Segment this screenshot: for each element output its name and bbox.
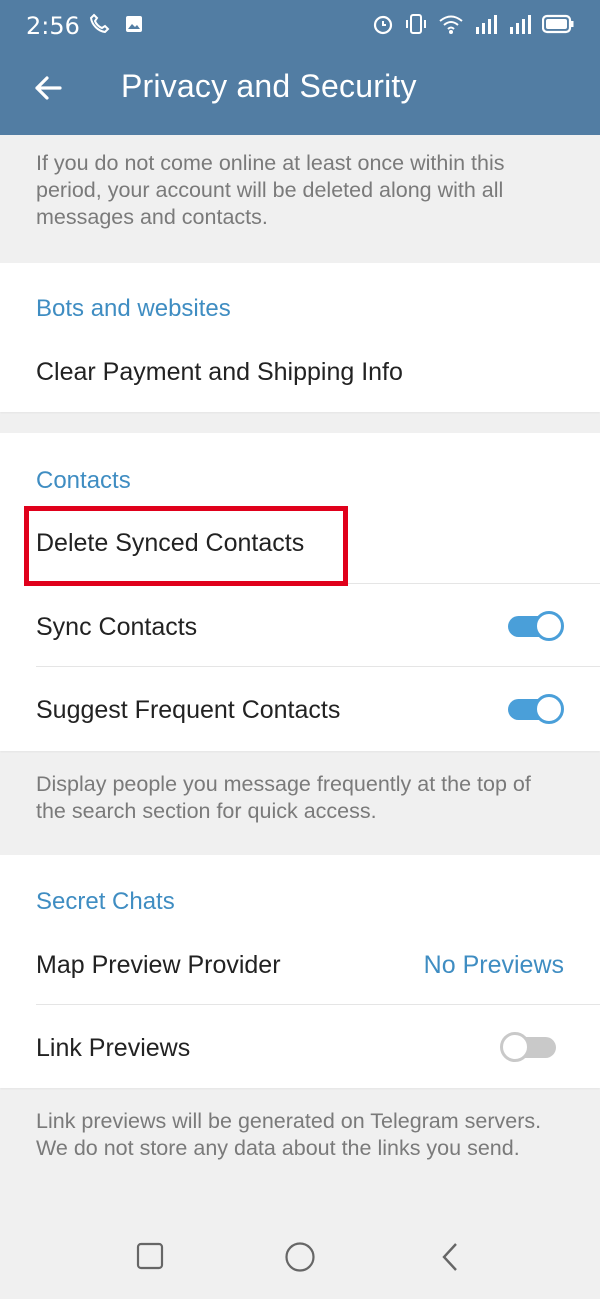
section-header-secret-chats: Secret Chats <box>36 888 175 915</box>
square-icon[interactable] <box>136 1241 164 1271</box>
circle-icon[interactable] <box>284 1241 316 1273</box>
battery-icon <box>542 14 574 34</box>
top-bar: 2:56 Privacy and Security <box>0 0 600 135</box>
link-previews-info: Link previews will be generated on Teleg… <box>0 1108 600 1162</box>
arrow-left-icon[interactable] <box>32 72 64 104</box>
map-preview-value[interactable]: No Previews <box>424 951 564 980</box>
secret-chats-section: Secret Chats Map Preview Provider No Pre… <box>0 855 600 1088</box>
suggest-frequent-info: Display people you message frequently at… <box>0 771 600 825</box>
sync-contacts-toggle[interactable] <box>506 611 564 641</box>
clear-payment-item[interactable]: Clear Payment and Shipping Info <box>36 358 403 387</box>
map-preview-label[interactable]: Map Preview Provider <box>36 951 281 980</box>
status-bar: 2:56 <box>0 0 600 50</box>
bots-section: Bots and websites Clear Payment and Ship… <box>0 263 600 412</box>
phone-settings-icon <box>89 13 110 34</box>
alarm-icon <box>373 15 393 35</box>
back-chevron-icon[interactable] <box>440 1241 460 1273</box>
divider <box>36 666 600 667</box>
signal-icon <box>476 15 497 34</box>
divider <box>36 1004 600 1005</box>
section-header-bots: Bots and websites <box>36 295 231 322</box>
wifi-icon <box>439 15 463 34</box>
account-deletion-info: If you do not come online at least once … <box>0 150 600 231</box>
sync-contacts-label: Sync Contacts <box>36 613 198 641</box>
suggest-frequent-label: Suggest Frequent Contacts <box>36 696 341 724</box>
image-icon <box>126 16 142 32</box>
status-time: 2:56 <box>26 12 80 40</box>
highlight-box <box>24 506 348 586</box>
signal-icon <box>510 15 531 34</box>
section-header-contacts: Contacts <box>36 467 131 494</box>
link-previews-label: Link Previews <box>36 1034 191 1062</box>
link-previews-toggle[interactable] <box>500 1032 558 1062</box>
system-nav-bar <box>0 1215 600 1299</box>
suggest-frequent-toggle[interactable] <box>506 694 564 724</box>
contacts-section: Contacts Delete Synced Contacts Sync Con… <box>0 433 600 751</box>
page-title: Privacy and Security <box>121 68 417 104</box>
app-bar: Privacy and Security <box>0 50 600 135</box>
vibrate-icon <box>406 14 426 34</box>
